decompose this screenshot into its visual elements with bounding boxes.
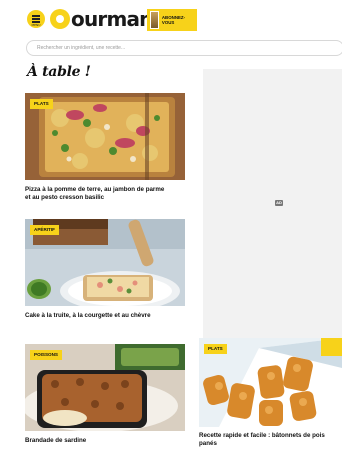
menu-icon (32, 15, 40, 17)
recipe-image: POISSONS (25, 344, 185, 431)
section-title: À table ! (27, 64, 91, 80)
recipe-title: Recette rapide et facile : bâtonnets de … (199, 432, 325, 448)
ad-slot[interactable]: AD (203, 69, 342, 339)
recipe-card[interactable]: POISSONS Brandade de sardine (25, 344, 185, 446)
ad-badge: AD (275, 200, 283, 206)
menu-label: MENU (31, 23, 41, 27)
recipe-title-line: Brandade de sardine (25, 437, 87, 444)
recipe-image: PLATS (25, 93, 185, 180)
recipe-title-line: et au pesto cresson basilic (25, 194, 105, 201)
recipe-title: Cake à la truite, à la courgette et au c… (25, 312, 151, 320)
recipe-image: APÉRITIF (25, 219, 185, 306)
search-input[interactable] (37, 42, 327, 54)
category-tag: POISSONS (30, 350, 62, 360)
subscribe-button[interactable]: ABONNEZ-VOUS (147, 9, 197, 31)
recipe-title-line: Recette rapide et facile : bâtonnets de … (199, 432, 325, 439)
subscribe-label: ABONNEZ-VOUS (161, 15, 186, 25)
recipe-card[interactable]: PLATS Pizza à la pomme de terre, au jamb… (25, 93, 185, 207)
recipe-title-line: panés (199, 440, 217, 447)
recipe-title-line: Pizza à la pomme de terre, au jambon de … (25, 186, 165, 193)
recipe-image: PLATS (199, 338, 342, 427)
search-bar[interactable] (26, 40, 342, 56)
category-tag: PLATS (30, 99, 53, 109)
logo-g-mark (50, 9, 70, 29)
menu-icon-bar (32, 18, 40, 20)
site-header: MENU ourmand ABONNEZ-VOUS (0, 0, 342, 40)
recipe-card[interactable]: PLATS Recette rapide et facile : bâtonne… (199, 338, 342, 450)
category-tag: APÉRITIF (30, 225, 59, 235)
recipe-title-line: Cake à la truite, à la courgette et au c… (25, 312, 151, 319)
menu-button[interactable]: MENU (27, 10, 45, 28)
magazine-cover-icon (150, 11, 159, 29)
category-tag: PLATS (204, 344, 227, 354)
recipe-card[interactable]: APÉRITIF Cake à la truite, à la courgett… (25, 219, 185, 323)
recipe-title: Pizza à la pomme de terre, au jambon de … (25, 186, 164, 202)
recipe-title: Brandade de sardine (25, 437, 86, 445)
